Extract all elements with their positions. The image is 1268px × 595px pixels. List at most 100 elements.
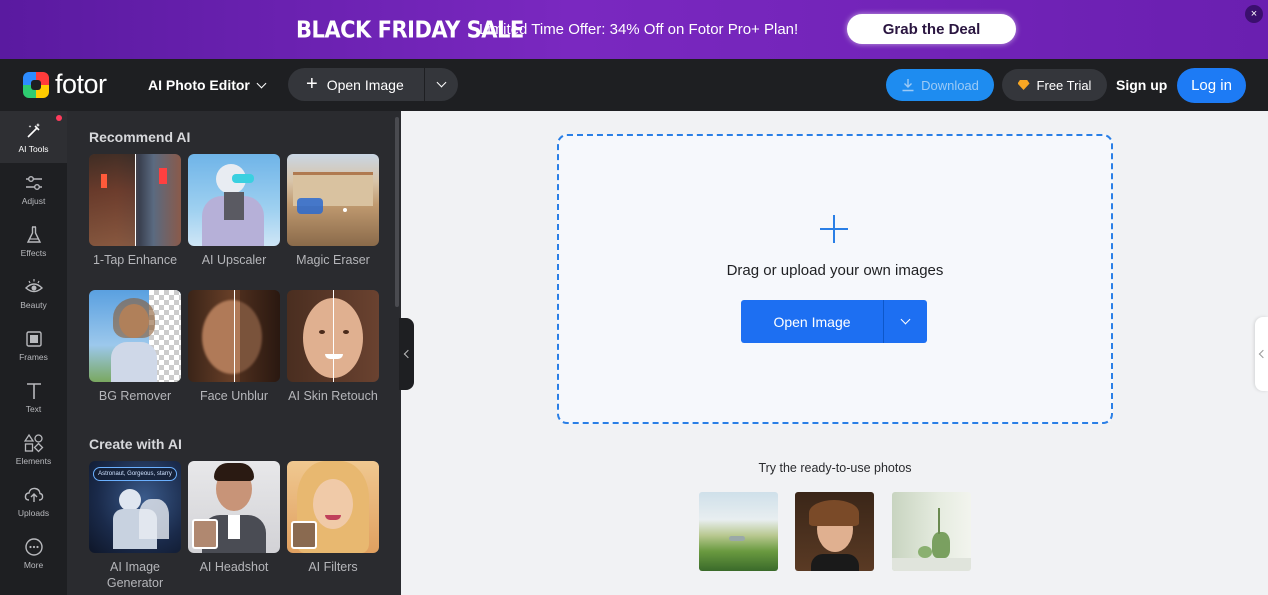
sample-photo-portrait[interactable] xyxy=(795,492,874,571)
diamond-icon xyxy=(1017,80,1030,90)
free-trial-label: Free Trial xyxy=(1036,77,1092,93)
tool-ai-headshot[interactable]: AI Headshot xyxy=(188,461,280,575)
tool-thumbnail: Astronaut, Gorgeous, starry xyxy=(89,461,181,553)
tool-label: AI Image Generator xyxy=(106,560,164,590)
tool-label: Magic Eraser xyxy=(296,253,370,267)
open-image-button[interactable]: Open Image xyxy=(741,300,883,343)
log-in-button[interactable]: Log in xyxy=(1177,68,1246,103)
tool-ai-skin-retouch[interactable]: AI Skin Retouch xyxy=(287,290,379,404)
chevron-left-icon xyxy=(403,349,413,359)
tool-thumbnail xyxy=(287,290,379,382)
rail-label: Text xyxy=(25,403,42,414)
rail-item-effects[interactable]: Effects xyxy=(0,215,67,267)
section-title-create: Create with AI xyxy=(89,436,182,452)
rail-item-frames[interactable]: Frames xyxy=(0,319,67,371)
sign-up-link[interactable]: Sign up xyxy=(1116,77,1167,93)
open-image-group: + Open Image xyxy=(288,68,458,101)
eye-icon xyxy=(24,278,43,292)
open-image-button[interactable]: + Open Image xyxy=(288,68,424,101)
drop-zone[interactable] xyxy=(557,134,1113,424)
sample-photo-landscape[interactable] xyxy=(699,492,778,571)
rail-item-uploads[interactable]: Uploads xyxy=(0,475,67,527)
sliders-icon xyxy=(25,175,42,190)
rail-item-adjust[interactable]: Adjust xyxy=(0,163,67,215)
promo-banner: BLACK FRIDAY SALE Limited Time Offer: 34… xyxy=(0,0,1268,59)
top-bar: fotor AI Photo Editor + Open Image Downl… xyxy=(0,59,1268,111)
cloud-upload-icon xyxy=(24,487,43,502)
tool-thumbnail xyxy=(89,154,181,246)
panel-scrollbar[interactable] xyxy=(395,117,399,307)
tool-face-unblur[interactable]: Face Unblur xyxy=(188,290,280,404)
try-photos-text: Try the ready-to-use photos xyxy=(758,461,912,475)
rail-label: Uploads xyxy=(17,507,50,518)
tool-label: 1-Tap Enhance xyxy=(92,253,178,267)
rail-label: Adjust xyxy=(21,195,46,206)
rail-label: Beauty xyxy=(20,299,47,310)
frame-icon xyxy=(25,330,42,347)
download-label: Download xyxy=(921,77,979,93)
tool-thumbnail xyxy=(188,154,280,246)
drop-zone-text: Drag or upload your own images xyxy=(726,262,944,279)
logo-text[interactable]: fotor xyxy=(55,69,107,100)
tool-thumbnail xyxy=(89,290,181,382)
editor-select-label: AI Photo Editor xyxy=(148,77,250,93)
plus-icon: + xyxy=(306,72,318,95)
free-trial-button[interactable]: Free Trial xyxy=(1002,69,1107,101)
download-icon xyxy=(902,79,914,92)
rail-label: Frames xyxy=(19,351,48,362)
fotor-logo-icon[interactable] xyxy=(23,72,49,98)
open-image-dropdown[interactable] xyxy=(425,68,458,101)
rail-item-text[interactable]: Text xyxy=(0,371,67,423)
sample-photo-detail xyxy=(811,554,859,571)
tool-thumbnail xyxy=(287,461,379,553)
tool-label: AI Skin Retouch xyxy=(288,389,378,403)
editor-select[interactable]: AI Photo Editor xyxy=(148,77,267,93)
tool-ai-image-generator[interactable]: Astronaut, Gorgeous, starry AI Image Gen… xyxy=(89,461,181,591)
chevron-left-icon xyxy=(1258,349,1268,359)
shapes-icon xyxy=(23,433,43,452)
rail-item-elements[interactable]: Elements xyxy=(0,423,67,475)
collapse-panel-button[interactable] xyxy=(399,318,414,390)
sample-photo-detail xyxy=(938,508,940,534)
tool-label: AI Headshot xyxy=(199,560,269,574)
open-image-label: Open Image xyxy=(326,76,404,93)
tool-rail: AI Tools Adjust Effects Beauty Frames Te… xyxy=(0,111,67,595)
prompt-chip: Astronaut, Gorgeous, starry xyxy=(93,467,177,481)
sample-photo-detail xyxy=(918,546,932,558)
tool-bg-remover[interactable]: BG Remover xyxy=(89,290,181,404)
tool-label: BG Remover xyxy=(98,389,172,403)
sample-photo-detail xyxy=(809,500,859,526)
sample-photo-detail xyxy=(729,536,745,541)
rail-label: Effects xyxy=(20,247,47,258)
sample-photo-still-life[interactable] xyxy=(892,492,971,571)
promo-text: Limited Time Offer: 34% Off on Fotor Pro… xyxy=(479,21,799,38)
rail-item-beauty[interactable]: Beauty xyxy=(0,267,67,319)
sample-photo-detail xyxy=(932,532,950,558)
plus-icon xyxy=(820,215,848,243)
expand-right-panel-button[interactable] xyxy=(1255,317,1268,391)
tool-label: Face Unblur xyxy=(199,389,269,403)
tool-ai-upscaler[interactable]: AI Upscaler xyxy=(188,154,280,268)
tool-thumbnail xyxy=(188,290,280,382)
open-image-split-button: Open Image xyxy=(741,300,927,343)
download-button[interactable]: Download xyxy=(886,69,994,101)
tool-one-tap-enhance[interactable]: 1-Tap Enhance xyxy=(89,154,181,268)
chevron-down-icon xyxy=(436,77,447,88)
tools-panel: Recommend AI 1-Tap Enhance AI Upscaler M… xyxy=(67,111,401,595)
rail-item-more[interactable]: More xyxy=(0,527,67,579)
tool-thumbnail xyxy=(287,154,379,246)
tool-ai-filters[interactable]: AI Filters xyxy=(287,461,379,575)
chevron-down-icon xyxy=(900,314,911,325)
grab-deal-button[interactable]: Grab the Deal xyxy=(847,14,1016,44)
close-icon[interactable]: × xyxy=(1245,5,1263,23)
text-icon xyxy=(26,382,41,399)
section-title-recommend: Recommend AI xyxy=(89,129,191,145)
flask-icon xyxy=(26,225,41,243)
tool-magic-eraser[interactable]: Magic Eraser xyxy=(287,154,379,268)
tool-label: AI Upscaler xyxy=(201,253,267,267)
tool-thumbnail xyxy=(188,461,280,553)
chevron-down-icon xyxy=(256,78,267,88)
open-image-dropdown[interactable] xyxy=(884,300,927,343)
notification-dot xyxy=(56,115,62,121)
rail-label: Elements xyxy=(15,455,52,466)
